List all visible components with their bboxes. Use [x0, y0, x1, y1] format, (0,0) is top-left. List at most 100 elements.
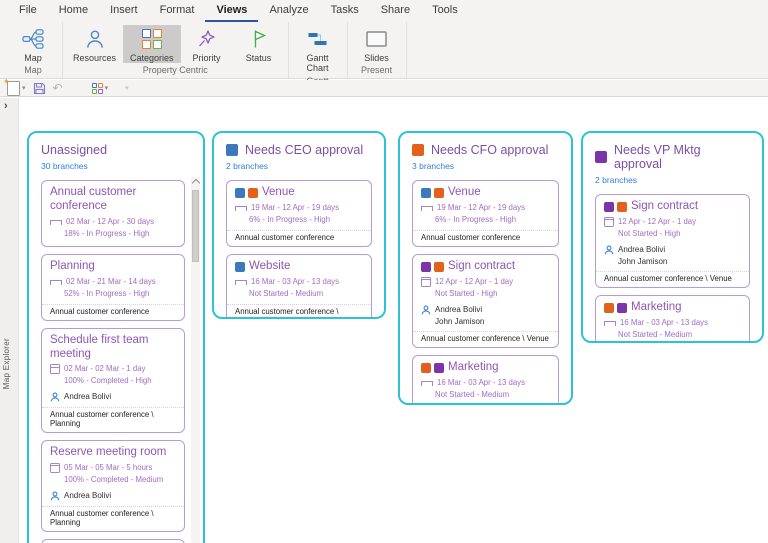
new-map-button[interactable]: ▾ [3, 77, 26, 96]
resource-person-icon [604, 245, 614, 255]
menu-tab-analyze[interactable]: Analyze [258, 0, 319, 22]
ribbon-group-present: Slides Present [348, 22, 407, 78]
resource-person-icon [50, 491, 60, 501]
calendar-icon [50, 462, 60, 473]
resource-person-icon [50, 393, 60, 402]
calendar-icon [604, 216, 614, 227]
menu-tab-file[interactable]: File [8, 0, 48, 22]
map-explorer-panel: › Map Explorer [0, 98, 19, 543]
task-card[interactable]: Planning 02 Mar - 21 Mar - 14 days 52% -… [41, 253, 185, 321]
task-breadcrumb: Annual customer conference \ Planning [42, 505, 184, 531]
ribbon-group-map: Map Map [4, 22, 63, 78]
task-dates: 16 Mar - 03 Apr - 13 days [251, 276, 339, 286]
task-dates: 19 Mar - 12 Apr - 19 days [437, 202, 525, 212]
summary-task-icon [421, 206, 433, 212]
category-marker-icon [421, 261, 431, 272]
board-column-needs-vp-mktg-approval: Needs VP Mktg approval 2 branches Sign c… [581, 131, 764, 343]
resource-name: John Jamison [435, 316, 485, 326]
view-switch-dropdown-caret[interactable]: ▾ [105, 85, 109, 92]
ribbon-group-label-property-centric: Property Centric [142, 65, 208, 76]
scrollbar-thumb[interactable] [192, 190, 199, 262]
task-card[interactable]: Website 16 Mar - 03 Apr - 13 days Not St… [226, 253, 372, 317]
column-title: Needs VP Mktg approval [614, 143, 701, 171]
resource-name: John Jamison [618, 256, 668, 266]
task-title: Sign contract [631, 200, 699, 212]
task-dates: 16 Mar - 03 Apr - 13 days [437, 377, 525, 387]
task-dates: 16 Mar - 03 Apr - 13 days [620, 317, 708, 327]
menu-tab-insert[interactable]: Insert [99, 0, 149, 22]
board-column-needs-cfo-approval: Needs CFO approval 3 branches Venue 19 M… [398, 131, 573, 405]
task-dates: 12 Apr - 12 Apr - 1 day [435, 276, 514, 286]
task-breadcrumb: Annual customer conference [413, 229, 558, 246]
task-breadcrumb: Annual customer conference \ Planning [42, 407, 184, 432]
categories-view-button[interactable]: Categories [123, 25, 181, 64]
mindmap-icon [22, 27, 44, 51]
task-card[interactable]: Reserve meeting room 05 Mar - 05 Mar - 5… [41, 440, 185, 532]
task-status: Not Started - High [618, 228, 681, 238]
person-icon [84, 27, 106, 51]
priority-view-button[interactable]: Priority [181, 25, 233, 63]
resources-view-button[interactable]: Resources [66, 25, 123, 63]
task-card[interactable]: Annual customer conference 02 Mar - 12 A… [41, 180, 185, 247]
scroll-up-arrow-icon[interactable] [191, 177, 200, 188]
priority-view-label: Priority [192, 53, 221, 63]
task-dates: 19 Mar - 12 Apr - 19 days [251, 202, 339, 212]
slides-button[interactable]: Slides [351, 25, 403, 63]
undo-button[interactable]: ↶ [53, 82, 63, 94]
ribbon-group-label-map: Map [24, 65, 42, 76]
quick-access-toolbar: ▾ ↶ ▾ ▾ [0, 77, 768, 97]
task-title: Venue [262, 186, 295, 198]
category-markers [604, 201, 627, 212]
task-status: 100% - Completed - Medium [64, 474, 164, 484]
task-card[interactable]: Venue 19 Mar - 12 Apr - 19 days 6% - In … [412, 180, 559, 247]
summary-task-icon [50, 280, 62, 286]
calendar-icon [50, 364, 60, 375]
menu-tab-tasks[interactable]: Tasks [320, 0, 370, 22]
menu-tab-format[interactable]: Format [149, 0, 206, 22]
category-marker-icon [434, 362, 444, 373]
status-view-button[interactable]: Status [233, 25, 285, 63]
expand-panel-chevron-icon[interactable]: › [4, 100, 8, 112]
map-explorer-label: Map Explorer [2, 338, 11, 390]
category-markers [421, 187, 444, 198]
menu-tab-home[interactable]: Home [48, 0, 99, 22]
task-title: Venue [448, 186, 481, 198]
view-switch-button[interactable]: ▾ [91, 82, 109, 94]
task-card[interactable]: Marketing 16 Mar - 03 Apr - 13 days Not … [412, 355, 559, 403]
map-view-label: Map [24, 53, 42, 63]
menu-tab-tools[interactable]: Tools [421, 0, 469, 22]
board-column-unassigned: Unassigned 30 branches Annual customer c… [27, 131, 205, 543]
task-dates: 12 Apr - 12 Apr - 1 day [618, 216, 697, 226]
summary-task-icon [50, 220, 62, 226]
task-card[interactable]: Schedule first team meeting 02 Mar - 02 … [41, 327, 185, 434]
save-button[interactable] [33, 82, 46, 95]
status-view-label: Status [245, 53, 272, 63]
menu-tab-share[interactable]: Share [370, 0, 421, 22]
slide-icon [365, 27, 388, 51]
task-title: Sign contract [448, 259, 516, 272]
task-card[interactable]: Emails to team members: This is IMPT!! 0… [41, 538, 185, 543]
gantt-chart-button[interactable]: Gantt Chart [292, 25, 344, 74]
flag-icon [251, 27, 267, 51]
map-view-button[interactable]: Map [7, 25, 59, 63]
resource-person-icon [421, 305, 431, 315]
column-scrollbar[interactable] [191, 177, 200, 543]
task-title: Schedule first team meeting [50, 333, 149, 360]
category-marker-icon [235, 261, 245, 272]
column-branch-count: 2 branches [595, 175, 638, 185]
task-card[interactable]: Marketing 16 Mar - 03 Apr - 13 days Not … [595, 295, 750, 341]
menu-tab-views[interactable]: Views [205, 0, 259, 22]
column-branch-count: 30 branches [41, 161, 88, 171]
task-card[interactable]: Sign contract 12 Apr - 12 Apr - 1 day No… [595, 194, 750, 289]
task-card[interactable]: Venue 19 Mar - 12 Apr - 19 days 6% - In … [226, 180, 372, 247]
undo-icon: ↶ [52, 81, 63, 95]
column-title: Needs CEO approval [245, 143, 364, 157]
task-breadcrumb: Annual customer conference \ Venue [596, 271, 749, 287]
disabled-dropdown-caret: ▾ [125, 84, 129, 92]
task-card[interactable]: Sign contract 12 Apr - 12 Apr - 1 day No… [412, 253, 559, 349]
resource-name: Andrea Bolivi [64, 491, 112, 500]
task-status: 100% - Completed - High [64, 376, 152, 386]
category-markers [235, 187, 258, 198]
new-map-dropdown-caret[interactable]: ▾ [22, 85, 26, 92]
task-breadcrumb: Annual customer conference [227, 229, 371, 246]
